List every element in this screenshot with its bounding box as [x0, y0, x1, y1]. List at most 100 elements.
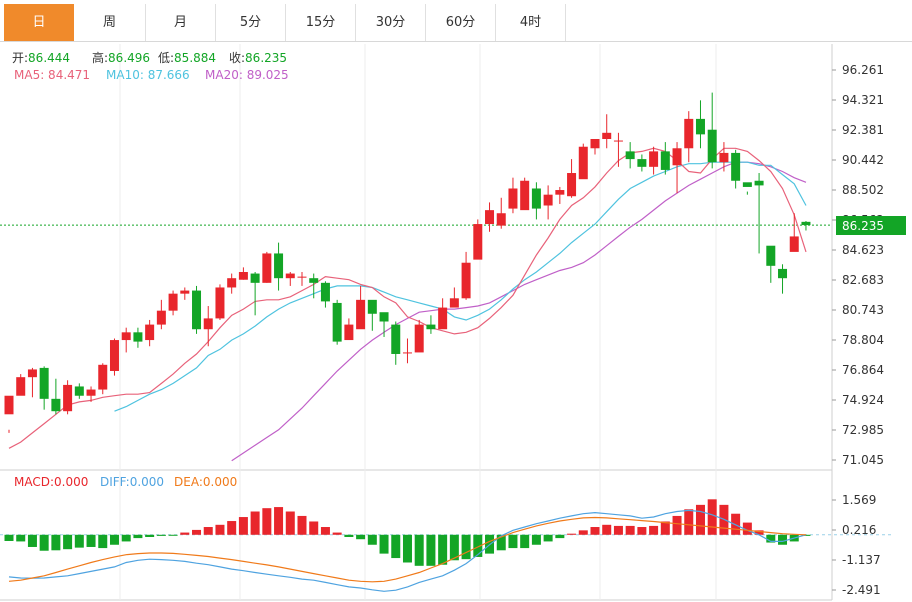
candle-body — [637, 159, 647, 167]
candle-body — [649, 151, 659, 167]
macd-bar — [590, 527, 600, 535]
current-price-value: 86.235 — [842, 219, 884, 233]
candle-body — [801, 221, 811, 226]
macd-bar — [531, 534, 541, 545]
macd-bar — [567, 533, 577, 535]
tab-5min[interactable]: 5分 — [216, 4, 286, 41]
macd-bar — [133, 534, 143, 539]
macd-tick-label: 0.216 — [842, 523, 876, 537]
candle-body — [332, 302, 342, 342]
candle-body — [449, 298, 459, 308]
macd-bar — [707, 499, 717, 535]
candle-body — [531, 188, 541, 209]
tab-month[interactable]: 月 — [146, 4, 216, 41]
macd-bar — [250, 511, 260, 535]
candle-body — [215, 287, 225, 319]
tab-4hour[interactable]: 4时 — [496, 4, 566, 41]
macd-bar — [4, 534, 14, 541]
ma20-line — [231, 161, 807, 462]
tab-15min[interactable]: 15分 — [286, 4, 356, 41]
candle-body — [297, 276, 307, 278]
tab-day[interactable]: 日 — [4, 4, 74, 41]
candle-body — [86, 389, 96, 396]
macd-bar — [778, 534, 788, 545]
candle-body — [356, 299, 366, 330]
candle-body — [613, 140, 623, 142]
macd-bar — [86, 534, 96, 547]
candle-body — [203, 318, 213, 330]
macd-bar — [344, 534, 354, 537]
macd-bar — [145, 534, 155, 537]
candle-body — [789, 236, 799, 252]
close-label: 收:86.235 — [229, 51, 287, 65]
price-tick-label: 94.321 — [842, 93, 884, 107]
macd-panel — [0, 499, 892, 592]
macd-tick-label: 1.569 — [842, 493, 876, 507]
candle-body — [379, 312, 389, 322]
ma10-label: MA10: 87.666 — [106, 68, 190, 82]
macd-bar — [637, 527, 647, 535]
tab-60min[interactable]: 60分 — [426, 4, 496, 41]
macd-bar — [274, 507, 284, 535]
candle-body — [508, 188, 518, 209]
macd-bar — [63, 534, 73, 550]
macd-bar — [520, 534, 530, 549]
macd-bar — [578, 530, 588, 535]
macd-bar — [613, 525, 623, 535]
candle-body — [414, 324, 424, 353]
price-tick-label: 88.502 — [842, 183, 884, 197]
ma5-label: MA5: 84.471 — [14, 68, 90, 82]
candle-body — [707, 129, 717, 163]
macd-bar — [426, 534, 436, 566]
candle-body — [602, 132, 612, 139]
candle-body — [402, 352, 412, 354]
macd-bar — [320, 527, 330, 535]
candle-body — [121, 332, 131, 341]
candle-body — [98, 364, 108, 390]
macd-bar — [391, 534, 401, 559]
macd-bar — [203, 527, 213, 535]
open-label: 开:86.444 — [12, 51, 70, 65]
macd-bar — [367, 534, 377, 545]
candle-body — [156, 310, 166, 325]
macd-bar — [332, 532, 342, 535]
macd-bar — [109, 534, 119, 545]
candle-body — [309, 278, 319, 283]
price-axis: 96.26194.32192.38190.44288.50286.56284.6… — [832, 63, 884, 597]
candlesticks — [4, 92, 811, 433]
macd-bar — [356, 534, 366, 540]
macd-bar — [309, 521, 319, 535]
candle-body — [731, 152, 741, 181]
price-tick-label: 84.623 — [842, 243, 884, 257]
macd-bar — [238, 517, 248, 535]
macd-bar — [672, 515, 682, 535]
tab-week[interactable]: 周 — [74, 4, 146, 41]
candle-body — [660, 151, 670, 170]
tab-30min[interactable]: 30分 — [356, 4, 426, 41]
diff-label: DIFF:0.000 — [100, 475, 164, 489]
candle-body — [238, 272, 248, 280]
candle-body — [367, 299, 377, 314]
candle-body — [391, 324, 401, 354]
ma10-line — [114, 161, 807, 412]
candle-body — [4, 395, 14, 415]
price-tick-label: 96.261 — [842, 63, 884, 77]
macd-bar — [695, 504, 705, 535]
period-tabs: 日 周 月 5分 15分 30分 60分 4时 — [0, 4, 912, 42]
price-tick-label: 92.381 — [842, 123, 884, 137]
candle-body — [16, 377, 26, 396]
macd-bar — [543, 534, 553, 542]
candle-body — [485, 210, 495, 225]
price-tick-label: 78.804 — [842, 333, 884, 347]
chart-svg[interactable]: 96.26194.32192.38190.44288.50286.56284.6… — [0, 0, 912, 602]
candle-body — [543, 194, 553, 206]
candle-body — [262, 253, 272, 283]
candle-body — [520, 180, 530, 211]
macd-bar — [168, 534, 178, 536]
candle-body — [74, 386, 84, 396]
price-tick-label: 76.864 — [842, 363, 884, 377]
ma20-label: MA20: 89.025 — [205, 68, 289, 82]
candle-body — [250, 273, 260, 283]
macd-bar — [438, 534, 448, 565]
macd-tick-label: -1.137 — [842, 553, 881, 567]
